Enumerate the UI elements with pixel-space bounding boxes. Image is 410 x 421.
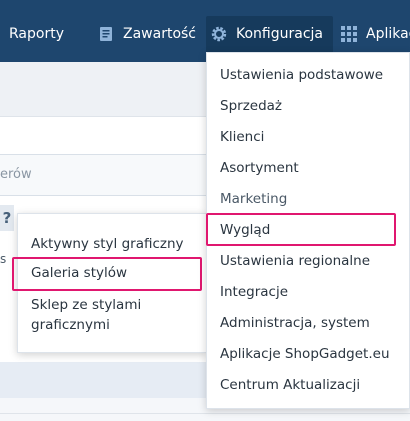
- bottom-divider: [0, 413, 410, 414]
- nav-zawartosc[interactable]: Zawartość: [97, 16, 196, 52]
- menu-item-marketing[interactable]: Marketing: [220, 189, 287, 209]
- submenu-item-aktywny-styl[interactable]: Aktywny styl graficzny: [31, 234, 184, 254]
- menu-item-ustawienia-regionalne[interactable]: Ustawienia regionalne: [220, 251, 370, 271]
- help-button[interactable]: ?: [0, 205, 14, 231]
- menu-item-centrum-aktualizacji[interactable]: Centrum Aktualizacji: [220, 375, 360, 395]
- submenu-item-sklep-ze-stylami[interactable]: Sklep ze stylami graficznymi: [31, 295, 181, 335]
- konfiguracja-menu: Ustawienia podstawowe Sprzedaż Klienci A…: [206, 52, 410, 409]
- wyglad-submenu: Aktywny styl graficzny Galeria stylów Sk…: [17, 213, 207, 353]
- grid-icon: [340, 25, 358, 43]
- nav-raporty[interactable]: Raporty: [9, 16, 64, 52]
- document-icon: [97, 25, 115, 43]
- nav-konfiguracja-label: Konfiguracja: [236, 26, 324, 42]
- menu-item-sprzedaz[interactable]: Sprzedaż: [220, 96, 282, 116]
- menu-item-aplikacje-shopgadget[interactable]: Aplikacje ShopGadget.eu: [220, 344, 390, 364]
- submenu-item-galeria-stylow[interactable]: Galeria stylów: [31, 263, 127, 283]
- menu-item-wyglad[interactable]: Wygląd: [220, 220, 270, 240]
- nav-konfiguracja[interactable]: Konfiguracja: [206, 16, 334, 52]
- stray-text: s: [0, 252, 7, 266]
- nav-aplikacje-label: Aplikac: [366, 26, 410, 42]
- gear-icon: [210, 25, 228, 43]
- menu-item-administracja[interactable]: Administracja, system: [220, 313, 370, 333]
- menu-item-asortyment[interactable]: Asortyment: [220, 158, 299, 178]
- menu-item-klienci[interactable]: Klienci: [220, 127, 264, 147]
- menu-item-ustawienia-podstawowe[interactable]: Ustawienia podstawowe: [220, 65, 383, 85]
- menu-item-integracje[interactable]: Integracje: [220, 282, 288, 302]
- nav-zawartosc-label: Zawartość: [123, 26, 197, 42]
- nav-aplikacje[interactable]: Aplikac: [340, 16, 410, 52]
- nav-raporty-label: Raporty: [9, 26, 64, 42]
- filter-text-fragment: erów: [0, 167, 32, 182]
